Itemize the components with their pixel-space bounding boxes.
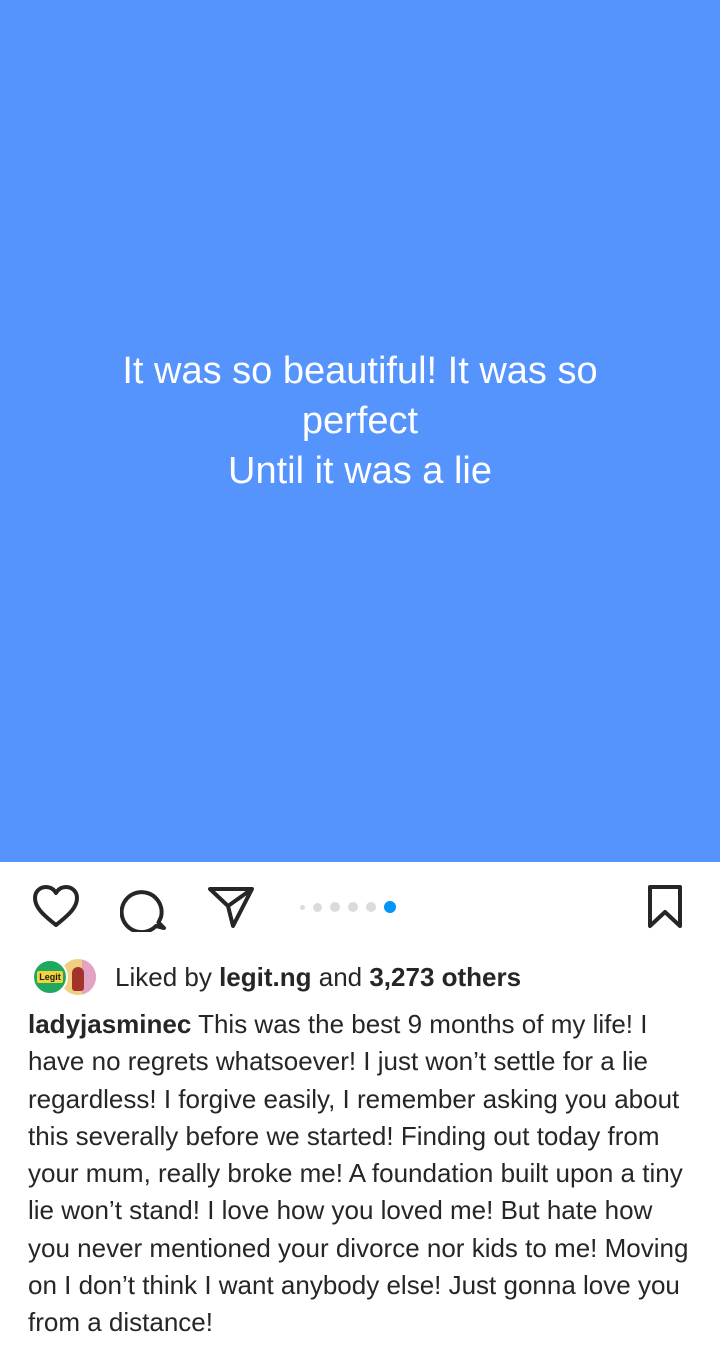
carousel-dot-active — [384, 901, 396, 913]
carousel-dot — [330, 902, 340, 912]
carousel-dot — [300, 904, 305, 910]
caption-username[interactable]: ladyjasminec — [28, 1009, 191, 1039]
avatar-liker-bg — [82, 959, 96, 995]
avatar-legit-label: Legit — [37, 971, 63, 983]
avatar-liker-figure — [72, 967, 84, 991]
carousel-dot — [366, 902, 376, 912]
likes-middle: and — [311, 962, 370, 992]
carousel-dot — [348, 902, 358, 912]
likes-count[interactable]: 3,273 others — [369, 962, 521, 992]
carousel-dot — [313, 902, 322, 912]
post-image[interactable]: It was so beautiful! It was so perfect U… — [0, 0, 720, 862]
likes-row: Legit Liked by legit.ng and 3,273 others — [0, 952, 720, 1004]
paper-plane-icon[interactable] — [206, 884, 256, 930]
carousel-indicator — [300, 900, 404, 914]
caption-text: This was the best 9 months of my life! I… — [28, 1009, 689, 1338]
liker-username[interactable]: legit.ng — [219, 962, 311, 992]
comment-bubble-icon[interactable] — [120, 884, 168, 932]
action-bar — [0, 862, 720, 952]
post-image-text: It was so beautiful! It was so perfect U… — [122, 350, 598, 492]
likes-prefix: Liked by — [115, 962, 220, 992]
caption: ladyjasminec This was the best 9 months … — [28, 1006, 698, 1342]
bookmark-outline-icon[interactable] — [646, 884, 684, 930]
likes-summary[interactable]: Liked by legit.ng and 3,273 others — [115, 960, 521, 994]
avatar-legit[interactable]: Legit — [32, 959, 68, 995]
heart-outline-icon[interactable] — [32, 884, 80, 930]
